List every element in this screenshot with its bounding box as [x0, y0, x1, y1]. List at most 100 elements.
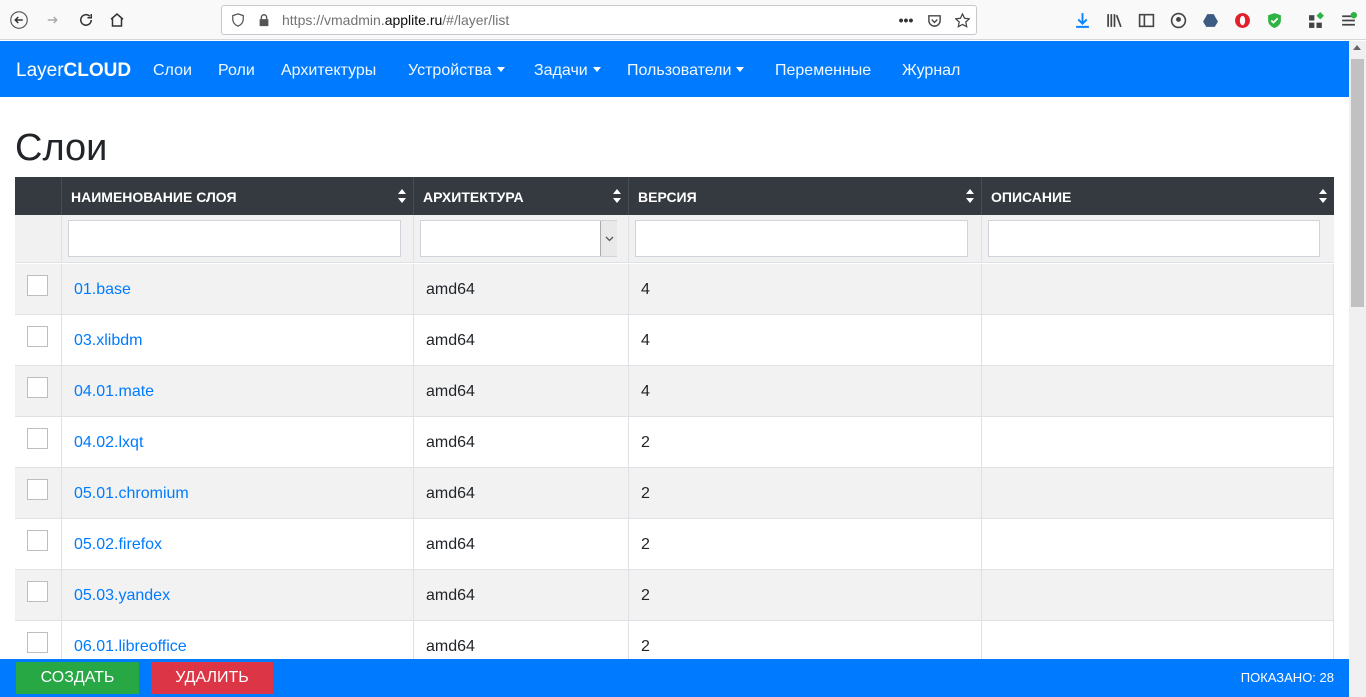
architecture-cell: amd64: [414, 315, 629, 366]
description-cell: [982, 519, 1334, 570]
scroll-up-icon[interactable]: [1353, 45, 1361, 50]
name-cell: 05.02.firefox: [62, 519, 414, 570]
bookmark-star-icon[interactable]: [954, 12, 970, 28]
lock-icon[interactable]: [256, 12, 272, 28]
architecture-cell: amd64: [414, 519, 629, 570]
layer-name-link[interactable]: 01.base: [74, 281, 131, 299]
url-text[interactable]: https://vmadmin.applite.ru/#/layer/list: [282, 12, 509, 28]
table-row[interactable]: 01.base amd64 4: [15, 264, 1334, 315]
layer-name-link[interactable]: 05.01.chromium: [74, 485, 189, 503]
extensions-icon[interactable]: [1306, 10, 1326, 30]
nav-item-tasks[interactable]: Задачи: [534, 62, 601, 80]
row-checkbox[interactable]: [27, 632, 48, 653]
select-cell: [15, 570, 62, 621]
layer-name-link[interactable]: 05.02.firefox: [74, 536, 162, 554]
nav-item-devices[interactable]: Устройства: [408, 62, 505, 80]
library-icon[interactable]: [1104, 10, 1124, 30]
layer-name-link[interactable]: 05.03.yandex: [74, 587, 170, 605]
row-checkbox[interactable]: [27, 581, 48, 602]
nav-item-users[interactable]: Пользователи: [627, 62, 745, 80]
table-header: НАИМЕНОВАНИЕ СЛОЯ АРХИТЕКТУРА ВЕРСИЯ ОПИ…: [15, 177, 1334, 215]
table-row[interactable]: 03.xlibdm amd64 4: [15, 315, 1334, 366]
name-cell: 04.02.lxqt: [62, 417, 414, 468]
header-version[interactable]: ВЕРСИЯ: [629, 177, 982, 215]
description-filter-input[interactable]: [988, 220, 1320, 257]
row-checkbox[interactable]: [27, 377, 48, 398]
sort-icon[interactable]: [612, 188, 622, 204]
brand-logo[interactable]: LayerCLOUD: [16, 60, 131, 82]
row-checkbox[interactable]: [27, 530, 48, 551]
version-cell: 2: [629, 519, 982, 570]
row-checkbox[interactable]: [27, 428, 48, 449]
shield-icon[interactable]: [230, 12, 246, 28]
sort-icon[interactable]: [397, 188, 407, 204]
opera-icon[interactable]: [1232, 10, 1252, 30]
filter-version-cell: [629, 215, 982, 263]
adblock-shield-icon[interactable]: [1264, 10, 1284, 30]
dropdown-caret-icon: [496, 67, 505, 72]
sort-icon[interactable]: [965, 188, 975, 204]
row-checkbox[interactable]: [27, 275, 48, 296]
version-value: 2: [641, 434, 650, 451]
dropdown-caret-icon: [592, 67, 601, 72]
reload-button[interactable]: [71, 5, 101, 35]
nav-item-roles[interactable]: Роли: [218, 62, 255, 80]
version-cell: 4: [629, 264, 982, 315]
architecture-filter-select[interactable]: [420, 220, 617, 257]
architecture-value: amd64: [426, 587, 475, 604]
home-button[interactable]: [102, 5, 132, 35]
layer-name-link[interactable]: 04.01.mate: [74, 383, 154, 401]
nav-item-layers[interactable]: Слои: [153, 62, 192, 80]
nav-item-architectures[interactable]: Архитектуры: [281, 62, 376, 80]
description-cell: [982, 468, 1334, 519]
browser-toolbar: https://vmadmin.applite.ru/#/layer/list …: [0, 0, 1366, 40]
shown-count: ПОКАЗАНО: 28: [1240, 670, 1334, 685]
row-checkbox[interactable]: [27, 326, 48, 347]
row-checkbox[interactable]: [27, 479, 48, 500]
sidebar-icon[interactable]: [1136, 10, 1156, 30]
select-cell: [15, 468, 62, 519]
name-cell: 05.01.chromium: [62, 468, 414, 519]
page-title: Слои: [15, 127, 108, 169]
create-button[interactable]: СОЗДАТЬ: [16, 662, 139, 694]
description-cell: [982, 264, 1334, 315]
chevron-down-icon[interactable]: [600, 221, 617, 256]
back-arrow-icon: [10, 11, 28, 29]
header-name[interactable]: НАИМЕНОВАНИЕ СЛОЯ: [62, 177, 414, 215]
name-cell: 04.01.mate: [62, 366, 414, 417]
name-filter-input[interactable]: [68, 220, 401, 257]
back-button[interactable]: [4, 5, 34, 35]
nav-item-journal[interactable]: Журнал: [902, 62, 960, 80]
extension-drive-icon[interactable]: [1200, 10, 1220, 30]
menu-icon[interactable]: [1338, 10, 1358, 30]
pocket-icon[interactable]: [926, 12, 942, 28]
address-bar[interactable]: https://vmadmin.applite.ru/#/layer/list …: [221, 5, 977, 35]
more-actions-icon[interactable]: •••: [898, 12, 914, 28]
nav-item-variables[interactable]: Переменные: [775, 62, 871, 80]
header-description[interactable]: ОПИСАНИЕ: [982, 177, 1334, 215]
architecture-value: amd64: [426, 536, 475, 553]
delete-button[interactable]: УДАЛИТЬ: [151, 662, 273, 694]
filter-row: [15, 215, 1334, 263]
table-row[interactable]: 05.03.yandex amd64 2: [15, 570, 1334, 621]
app-navbar: LayerCLOUD Слои Роли Архитектуры Устройс…: [0, 41, 1349, 97]
forward-button[interactable]: [38, 5, 68, 35]
name-cell: 03.xlibdm: [62, 315, 414, 366]
table-row[interactable]: 04.02.lxqt amd64 2: [15, 417, 1334, 468]
header-architecture[interactable]: АРХИТЕКТУРА: [414, 177, 629, 215]
scrollbar-thumb[interactable]: [1351, 59, 1364, 307]
page-scrollbar[interactable]: [1349, 41, 1366, 697]
filter-select-cell: [15, 215, 62, 263]
reload-icon: [80, 13, 92, 26]
account-icon[interactable]: [1168, 10, 1188, 30]
table-row[interactable]: 04.01.mate amd64 4: [15, 366, 1334, 417]
layer-name-link[interactable]: 04.02.lxqt: [74, 434, 143, 452]
layer-name-link[interactable]: 03.xlibdm: [74, 332, 142, 350]
table-row[interactable]: 05.01.chromium amd64 2: [15, 468, 1334, 519]
downloads-icon[interactable]: [1072, 10, 1092, 30]
select-cell: [15, 519, 62, 570]
layer-name-link[interactable]: 06.01.libreoffice: [74, 638, 187, 656]
sort-icon[interactable]: [1318, 188, 1328, 204]
version-filter-input[interactable]: [635, 220, 968, 257]
table-row[interactable]: 05.02.firefox amd64 2: [15, 519, 1334, 570]
